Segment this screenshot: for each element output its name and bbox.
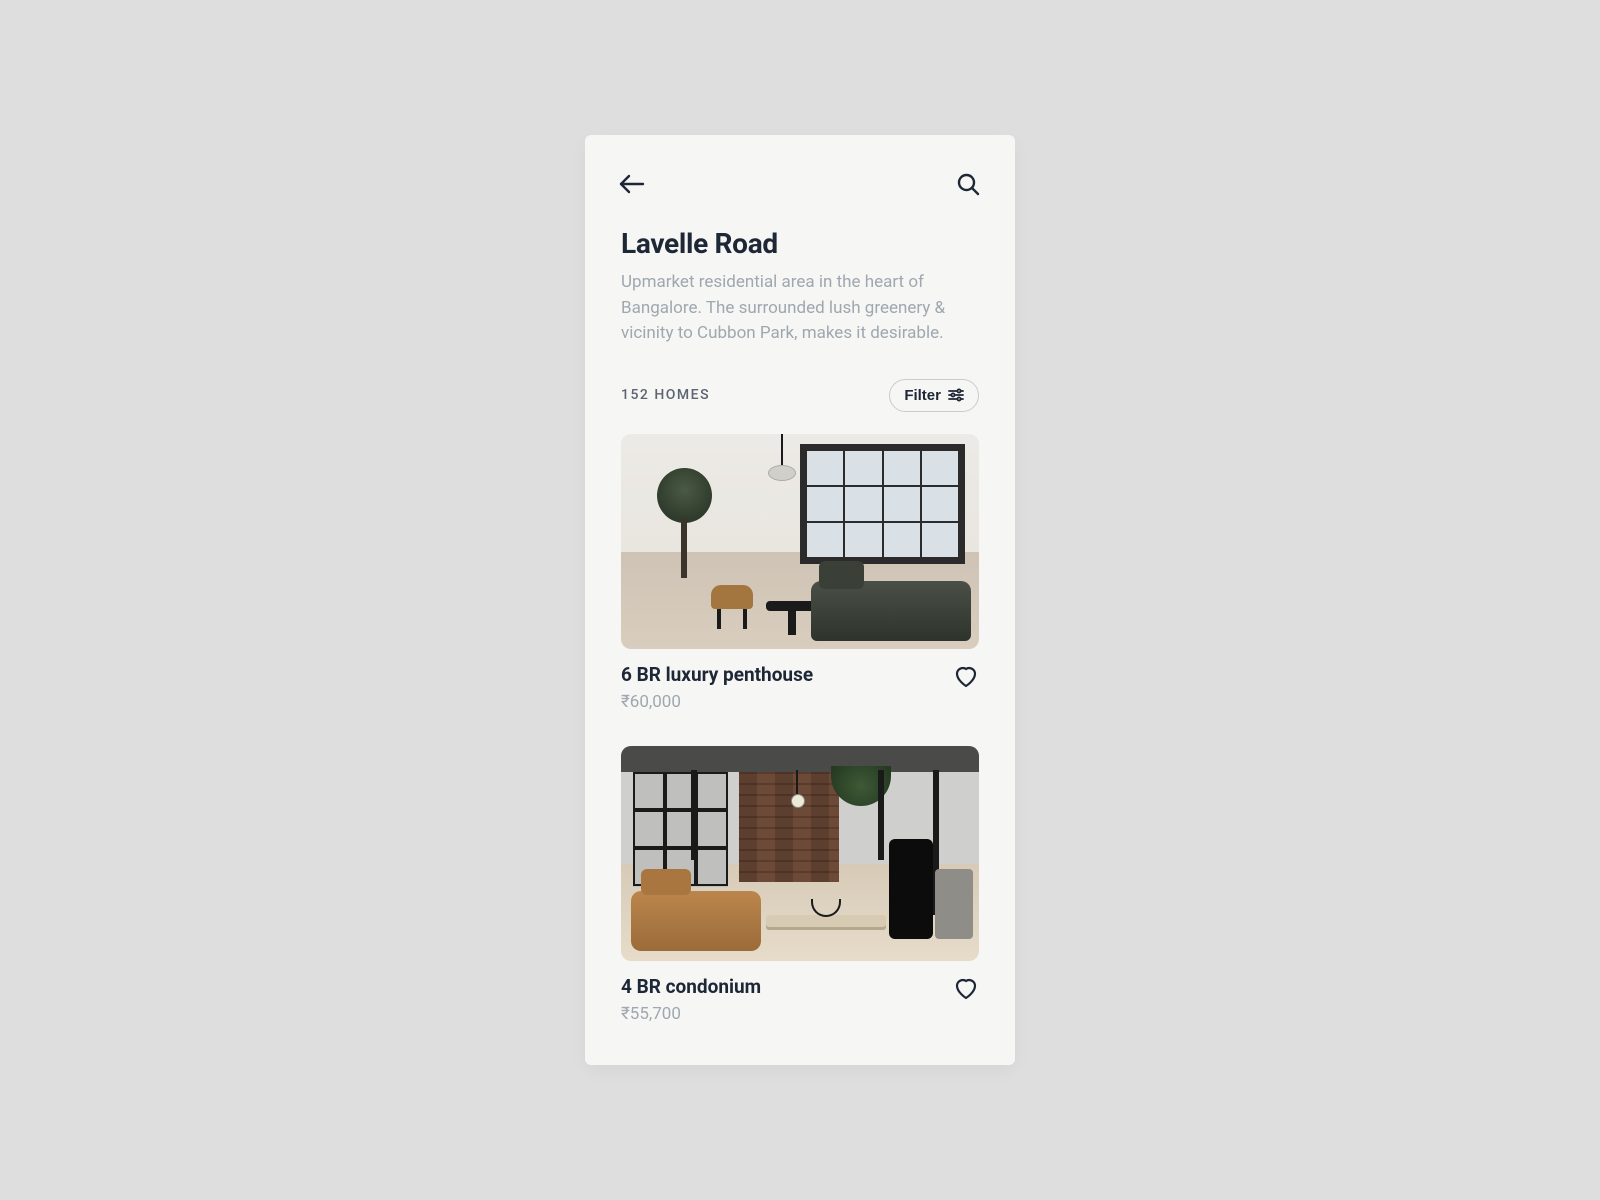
favorite-button[interactable] xyxy=(953,665,979,693)
listing-image xyxy=(621,434,979,649)
page-header: Lavelle Road Upmarket residential area i… xyxy=(585,199,1015,412)
back-button[interactable] xyxy=(617,169,647,199)
app-screen: Lavelle Road Upmarket residential area i… xyxy=(585,135,1015,1065)
header-bar xyxy=(585,135,1015,199)
heart-icon xyxy=(953,665,979,689)
listing-card[interactable]: 4 BR condonium ₹55,700 xyxy=(621,746,979,1024)
listing-title: 6 BR luxury penthouse xyxy=(621,663,813,686)
search-icon xyxy=(956,172,980,196)
search-button[interactable] xyxy=(953,169,983,199)
favorite-button[interactable] xyxy=(953,977,979,1005)
meta-row: 152 HOMES Filter xyxy=(621,379,979,412)
listing-price: ₹55,700 xyxy=(621,1004,761,1024)
page-subtitle: Upmarket residential area in the heart o… xyxy=(621,270,979,347)
heart-icon xyxy=(953,977,979,1001)
homes-count: 152 HOMES xyxy=(621,387,710,403)
arrow-left-icon xyxy=(619,174,645,194)
listing-image xyxy=(621,746,979,961)
listing-price: ₹60,000 xyxy=(621,692,813,712)
filter-button[interactable]: Filter xyxy=(889,379,979,412)
listing-card[interactable]: 6 BR luxury penthouse ₹60,000 xyxy=(621,434,979,712)
page-title: Lavelle Road xyxy=(621,227,979,260)
filter-label: Filter xyxy=(904,387,941,404)
listing-title: 4 BR condonium xyxy=(621,975,761,998)
listings: 6 BR luxury penthouse ₹60,000 xyxy=(585,434,1015,1024)
sliders-icon xyxy=(948,388,964,402)
